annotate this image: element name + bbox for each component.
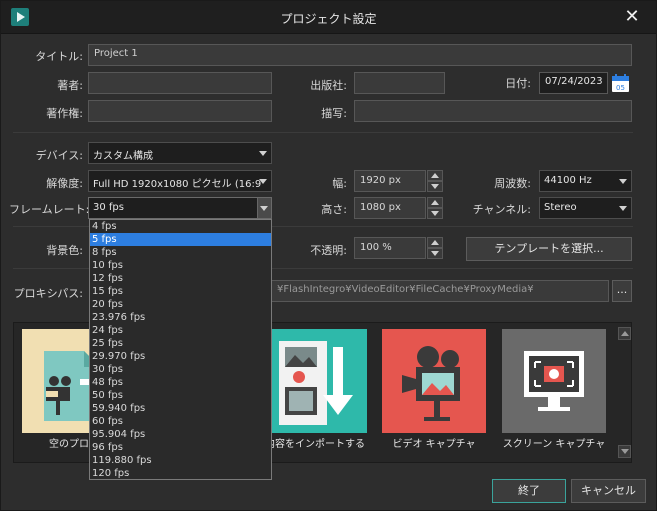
publisher-field[interactable] [354,72,445,94]
framerate-option[interactable]: 48 fps [90,376,271,389]
date-field[interactable]: 07/24/2023 [539,72,608,94]
date-label: 日付: [505,77,531,90]
chevron-down-icon [259,179,267,184]
framerate-option[interactable]: 29.970 fps [90,350,271,363]
proxy-path-field[interactable]: ¥FlashIntegro¥VideoEditor¥FileCache¥Prox… [271,280,609,302]
description-label: 描写: [321,107,347,120]
frequency-label: 周波数: [494,177,531,190]
decrement-icon[interactable] [427,248,443,259]
device-select[interactable]: カスタム構成 [88,142,272,164]
project-settings-dialog: プロジェクト設定 ✕ タイトル: Project 1 著者: 出版社: 日付: … [0,0,657,511]
channels-label: チャンネル: [472,203,531,216]
framerate-option[interactable]: 96 fps [90,441,271,454]
framerate-option[interactable]: 4 fps [90,220,271,233]
width-stepper[interactable] [427,170,443,192]
framerate-option[interactable]: 30 fps [90,363,271,376]
framerate-option[interactable]: 50 fps [90,389,271,402]
author-label: 著者: [57,79,83,92]
scroll-up-icon[interactable] [618,327,631,340]
template-tile-video-capture[interactable] [382,329,486,433]
chevron-down-icon [619,206,627,211]
framerate-dropdown-button[interactable] [257,198,271,218]
video-camera-icon [402,346,460,421]
width-label: 幅: [332,177,347,190]
template-label-video-capture: ビデオ キャプチャ [392,439,476,450]
description-field[interactable] [354,100,632,122]
increment-icon[interactable] [427,197,443,208]
decrement-icon[interactable] [427,208,443,219]
scroll-down-icon[interactable] [618,445,631,458]
framerate-option[interactable]: 8 fps [90,246,271,259]
select-template-button[interactable]: テンプレートを選択... [466,237,632,261]
opacity-label: 不透明: [310,244,347,257]
frequency-select[interactable]: 44100 Hz [539,170,632,192]
framerate-option[interactable]: 119.880 fps [90,454,271,467]
opacity-field[interactable]: 100 % [354,237,426,259]
framerate-select[interactable]: 30 fps [88,197,272,219]
publisher-label: 出版社: [310,79,347,92]
framerate-option[interactable]: 60 fps [90,415,271,428]
finish-button[interactable]: 終了 [492,479,566,503]
framerate-option[interactable]: 25 fps [90,337,271,350]
browse-button[interactable]: ... [612,280,632,302]
chevron-down-icon [619,179,627,184]
height-stepper[interactable] [427,197,443,219]
chevron-down-icon [260,206,268,211]
template-label-screen-capture: スクリーン キャプチャ [502,439,606,450]
channels-select[interactable]: Stereo [539,197,632,219]
framerate-option[interactable]: 12 fps [90,272,271,285]
framerate-select-value: 30 fps [93,202,124,213]
cancel-button[interactable]: キャンセル [571,479,646,503]
framerate-option[interactable]: 120 fps [90,467,271,480]
increment-icon[interactable] [427,170,443,181]
device-label: デバイス: [35,149,83,162]
screen-capture-icon [524,351,584,411]
height-label: 高さ: [321,203,347,216]
copyright-label: 著作権: [46,107,83,120]
proxy-path-label: プロキシパス: [13,287,83,300]
width-field[interactable]: 1920 px [354,170,426,192]
framerate-option[interactable]: 24 fps [90,324,271,337]
title-label: タイトル: [35,50,83,63]
import-media-icon [279,341,353,425]
resolution-select[interactable]: Full HD 1920x1080 ピクセル (16:9 [88,170,272,192]
framerate-option[interactable]: 20 fps [90,298,271,311]
calendar-day: 05 [616,84,625,92]
template-tile-screen-capture[interactable] [502,329,606,433]
calendar-icon[interactable]: 05 [611,73,631,93]
chevron-down-icon [259,151,267,156]
close-icon[interactable]: ✕ [622,7,642,27]
resolution-select-value: Full HD 1920x1080 ピクセル (16:9 [93,179,262,190]
framerate-label: フレームレート: [9,203,90,216]
window-title: プロジェクト設定 [280,12,377,26]
section-divider [13,132,633,133]
author-field[interactable] [88,72,272,94]
decrement-icon[interactable] [427,181,443,192]
framerate-option[interactable]: 10 fps [90,259,271,272]
channels-select-value: Stereo [544,202,577,213]
resolution-label: 解像度: [46,177,83,190]
increment-icon[interactable] [427,237,443,248]
framerate-option[interactable]: 95.904 fps [90,428,271,441]
copyright-field[interactable] [88,100,272,122]
frequency-select-value: 44100 Hz [544,175,592,186]
height-field[interactable]: 1080 px [354,197,426,219]
background-color-label: 背景色: [46,244,83,257]
framerate-dropdown-list[interactable]: 4 fps 5 fps 8 fps 10 fps 12 fps 15 fps 20 fps 2… [89,219,272,480]
framerate-option[interactable]: 23.976 fps [90,311,271,324]
title-bar: プロジェクト設定 ✕ [1,1,656,34]
device-select-value: カスタム構成 [93,151,153,162]
framerate-option[interactable]: 59.940 fps [90,402,271,415]
opacity-stepper[interactable] [427,237,443,259]
template-tile-import[interactable] [263,329,367,433]
title-field[interactable]: Project 1 [88,44,632,66]
framerate-option[interactable]: 15 fps [90,285,271,298]
framerate-option[interactable]: 5 fps [90,233,271,246]
